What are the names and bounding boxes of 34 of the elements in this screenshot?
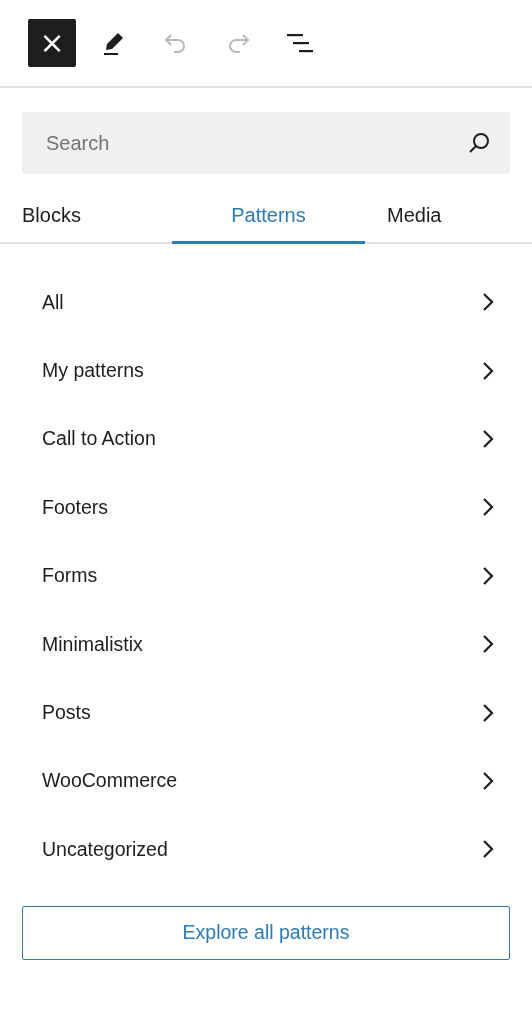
- chevron-icon: [482, 428, 494, 449]
- category-label: All: [42, 290, 64, 314]
- tab[interactable]: Patterns: [172, 186, 365, 244]
- search-icon: [468, 131, 492, 155]
- category-label: Call to Action: [42, 427, 156, 451]
- chevron-icon: [482, 565, 494, 586]
- category-item[interactable]: Forms: [22, 541, 510, 610]
- chevron-icon: [482, 634, 494, 655]
- category-item[interactable]: All: [22, 268, 510, 337]
- category-item[interactable]: Minimalistix: [22, 609, 510, 679]
- category-label: Posts: [42, 701, 91, 725]
- search-field[interactable]: Search: [22, 112, 510, 174]
- chevron-icon: [482, 497, 494, 518]
- category-label: WooCommerce: [42, 769, 178, 793]
- category-label: Uncategorized: [42, 837, 168, 861]
- chevron-icon: [482, 360, 494, 381]
- chevron-icon: [482, 702, 494, 723]
- category-label: Forms: [42, 564, 98, 588]
- category-item[interactable]: Uncategorized: [22, 815, 510, 884]
- category-item[interactable]: Call to Action: [22, 404, 510, 474]
- chevron-icon: [482, 839, 494, 860]
- category-item[interactable]: WooCommerce: [22, 746, 510, 816]
- tab[interactable]: Media: [365, 186, 532, 244]
- chevron-icon: [482, 292, 494, 313]
- category-label: My patterns: [42, 359, 144, 383]
- category-item[interactable]: Posts: [22, 678, 510, 747]
- category-label: Minimalistix: [42, 632, 143, 656]
- tab[interactable]: Blocks: [0, 186, 172, 244]
- category-item[interactable]: My patterns: [22, 336, 510, 405]
- close-button[interactable]: ×: [28, 19, 76, 67]
- explore-button[interactable]: Explore all patterns: [22, 905, 510, 960]
- category-item[interactable]: Footers: [22, 473, 510, 542]
- category-label: Footers: [42, 495, 109, 519]
- chevron-icon: [482, 770, 494, 791]
